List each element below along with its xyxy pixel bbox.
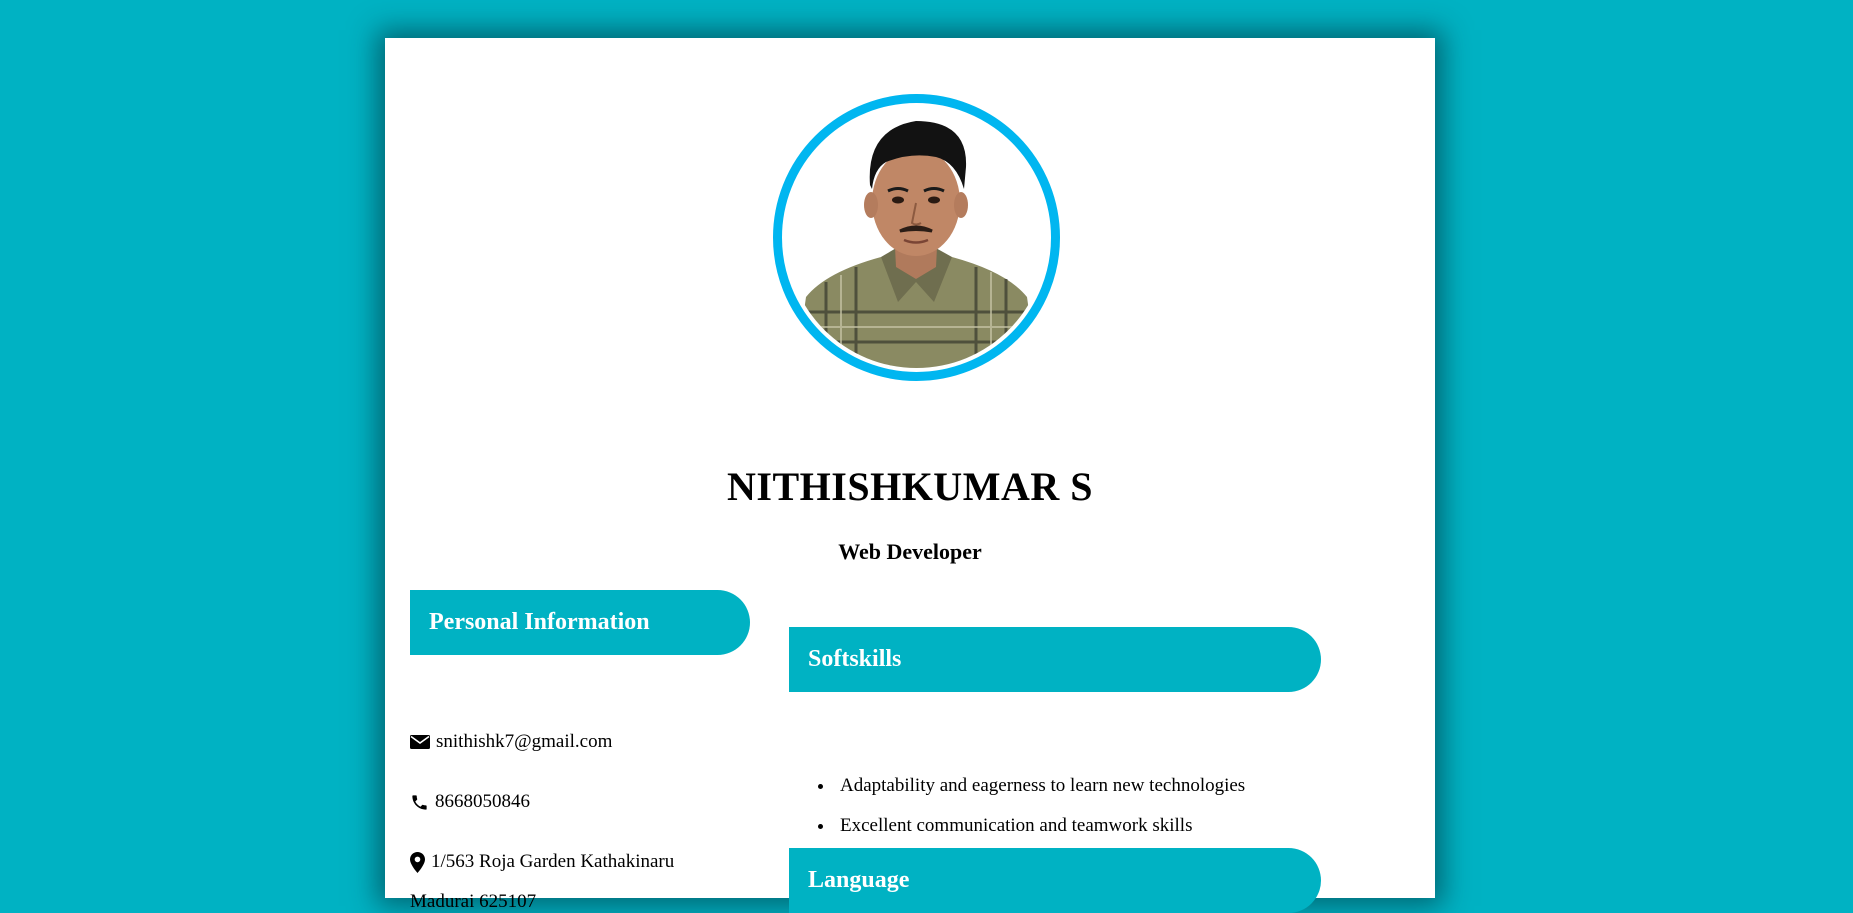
list-item: Adaptability and eagerness to learn new …	[835, 766, 1245, 806]
softskills-list: Adaptability and eagerness to learn new …	[815, 766, 1245, 846]
job-title: Web Developer	[838, 539, 982, 564]
profile-photo	[786, 107, 1047, 368]
phone-text: 8668050846	[435, 791, 530, 812]
list-item: Excellent communication and teamwork ski…	[835, 806, 1245, 846]
phone-line: 8668050846	[410, 791, 530, 813]
address-text-line-1: 1/563 Roja Garden Kathakinaru	[431, 851, 675, 872]
resume-page: NITHISHKUMAR S Web Developer Personal In…	[385, 38, 1435, 913]
email-text: snithishk7@gmail.com	[436, 731, 613, 752]
phone-icon	[412, 794, 427, 810]
language-heading: Language	[789, 848, 1321, 913]
address-text-line-2: Madurai 625107	[410, 891, 537, 912]
person-portrait-icon	[786, 107, 1047, 368]
address-line-1: 1/563 Roja Garden Kathakinaru	[410, 851, 674, 873]
envelope-icon	[410, 735, 430, 749]
softskills-heading: Softskills	[789, 627, 1321, 692]
email-line: snithishk7@gmail.com	[410, 731, 612, 753]
map-marker-icon	[410, 851, 425, 873]
address-line-2: Madurai 625107	[410, 891, 536, 913]
candidate-name: NITHISHKUMAR S	[727, 464, 1093, 509]
personal-information-heading: Personal Information	[410, 590, 750, 655]
profile-photo-frame	[773, 94, 1060, 381]
